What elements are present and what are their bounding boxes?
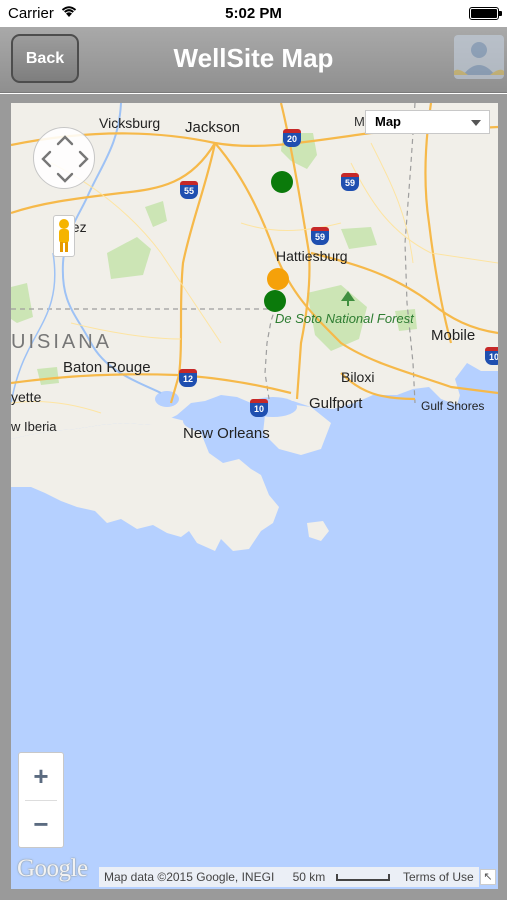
expand-icon[interactable]: ↖ [480,869,496,885]
interstate-12-shield: 12 [179,369,197,387]
interstate-20-shield: 20 [283,129,301,147]
battery-icon [469,7,502,20]
nav-bar: Back WellSite Map [0,27,507,93]
scale-bar [335,874,390,882]
terms-link[interactable]: Terms of Use [398,867,479,887]
wellsite-marker-green-2[interactable] [264,290,286,312]
label-new-orleans: New Orleans [183,425,270,442]
label-jackson: Jackson [185,119,241,136]
label-lafayette: yette [11,389,42,405]
chevron-down-icon [471,120,481,126]
map-frame: Vicksburg Jackson chez Hattiesburg De So… [0,94,507,900]
clock-label: 5:02 PM [225,5,282,22]
label-vicksburg: Vicksburg [99,115,161,131]
label-new-iberia: w Iberia [11,419,57,434]
map-view[interactable]: Vicksburg Jackson chez Hattiesburg De So… [11,103,498,889]
attribution-text: Map data ©2015 Google, INEGI [104,870,275,884]
label-hattiesburg: Hattiesburg [276,248,348,264]
label-gulf-shores: Gulf Shores [421,399,485,413]
zoom-in-button[interactable]: + [19,753,63,800]
page-title: WellSite Map [173,43,334,73]
interstate-55-shield: 55 [180,181,198,199]
pegman-icon[interactable] [53,215,75,257]
wellsite-marker-orange[interactable] [267,268,289,290]
scale-indicator: 50 km [283,867,395,887]
zoom-control: + − [18,752,64,848]
status-bar: Carrier 5:02 PM [0,0,507,27]
label-gulfport: Gulfport [309,395,363,412]
users-icon[interactable] [454,35,504,79]
map-type-label: Map [375,114,401,129]
scale-label: 50 km [292,870,326,884]
tree-icon [341,291,355,312]
interstate-10-shield: 10 [250,399,268,417]
wellsite-marker-green-1[interactable] [271,171,293,193]
google-logo: Google [17,855,88,882]
label-baton-rouge: Baton Rouge [63,359,151,376]
interstate-10b-shield: 10 [485,347,498,365]
map-attribution: Map data ©2015 Google, INEGI 50 km Terms… [99,867,479,887]
label-biloxi: Biloxi [341,369,375,385]
zoom-out-button[interactable]: − [19,801,63,848]
pan-control[interactable] [33,127,95,189]
interstate-59b-shield: 59 [311,227,329,245]
map-type-dropdown[interactable]: M Map [354,110,490,134]
label-mobile: Mobile [431,327,476,344]
map-type-ghost-label: M [354,114,365,129]
label-louisiana: UISIANA [11,331,113,353]
pan-arrows-icon [41,135,89,183]
label-desoto-forest: De Soto National Forest [275,311,414,326]
interstate-59-shield: 59 [341,173,359,191]
